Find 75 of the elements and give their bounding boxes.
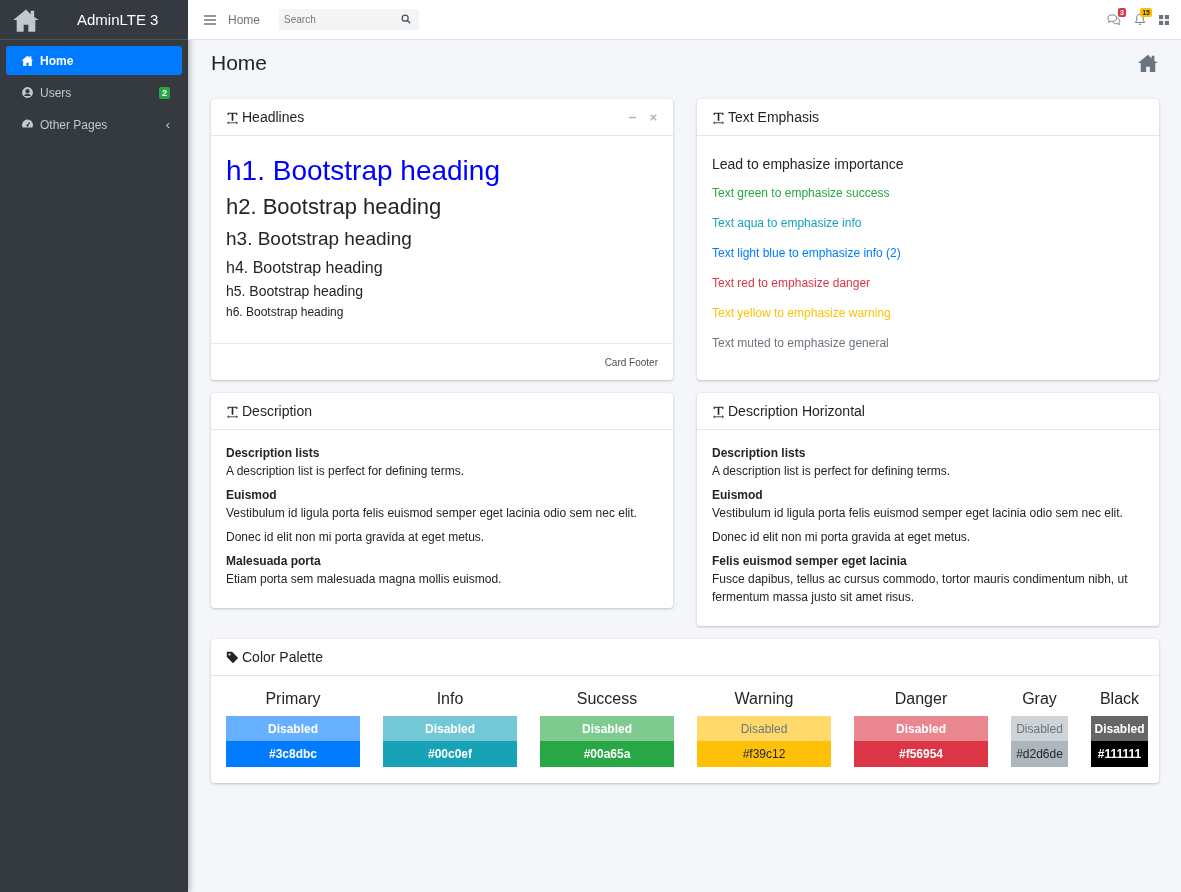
card-title: Description xyxy=(242,403,314,419)
color-name: Black xyxy=(1098,690,1141,709)
disabled-swatch: Disabled xyxy=(383,716,517,741)
heading: h1. Bootstrap heading xyxy=(226,154,501,188)
caret-icon: ‹ xyxy=(165,117,170,132)
lead-text: Lead to emphasize importance xyxy=(712,156,905,172)
color-swatch: #3c8dbc xyxy=(226,741,360,767)
definition: Vestibulum id ligula porta felis euismod semper eget lacinia odio sem nec elit. xyxy=(226,505,638,522)
home-link[interactable]: Home xyxy=(228,12,260,27)
emphasis-text: Text green to emphasize success xyxy=(712,186,891,200)
emphasis-text: Text yellow to emphasize warning xyxy=(712,306,892,320)
definition: A description list is perfect for defining terms. xyxy=(712,463,952,480)
disabled-swatch: Disabled xyxy=(226,716,360,741)
card-title: Headlines xyxy=(242,109,306,125)
definition: Donec id elit non mi porta gravida at eget metus. xyxy=(712,529,972,546)
text-height-icon xyxy=(712,110,725,124)
color-swatch: #f56954 xyxy=(854,741,988,767)
disabled-swatch: Disabled xyxy=(1011,716,1068,741)
term: Description lists xyxy=(226,445,321,462)
color-name: Warning xyxy=(733,690,795,709)
bell-icon[interactable] xyxy=(1133,13,1147,26)
color-name: Info xyxy=(435,690,465,709)
disabled-swatch: Disabled xyxy=(697,716,831,741)
term: Euismod xyxy=(226,487,278,504)
card-title: Text Emphasis xyxy=(728,109,821,125)
color-swatch: #f39c12 xyxy=(697,741,831,767)
sidebar-item[interactable]: Other Pages ‹ xyxy=(6,110,182,139)
term: Description lists xyxy=(712,445,807,462)
term: Euismod xyxy=(712,487,764,504)
card-title: Color Palette xyxy=(242,649,324,665)
heading: h3. Bootstrap heading xyxy=(226,228,413,251)
emphasis-text: Text light blue to emphasize info (2) xyxy=(712,246,902,260)
user-icon xyxy=(21,86,34,99)
color-name: Gray xyxy=(1021,690,1058,709)
text-height-icon xyxy=(712,404,725,418)
heading: h4. Bootstrap heading xyxy=(226,257,384,277)
disabled-swatch: Disabled xyxy=(540,716,674,741)
heading: h6. Bootstrap heading xyxy=(226,304,345,320)
card-footer-text: Card Footer xyxy=(604,356,658,368)
brand-name[interactable]: AdminLTE 3 xyxy=(77,11,159,28)
tag-icon xyxy=(226,650,239,664)
sidebar-item[interactable]: Users 2 xyxy=(6,78,182,107)
color-name: Primary xyxy=(264,690,322,709)
menu-button[interactable] xyxy=(204,13,216,26)
color-swatch: #111111 xyxy=(1091,741,1148,767)
disabled-swatch: Disabled xyxy=(1091,716,1148,741)
color-swatch: #d2d6de xyxy=(1011,741,1068,767)
page-title: Home xyxy=(211,51,268,75)
sidebar-item[interactable]: Home xyxy=(6,46,182,75)
apps-button[interactable] xyxy=(1159,14,1169,25)
emphasis-text: Text red to emphasize danger xyxy=(712,276,872,290)
definition: A description list is perfect for defining terms. xyxy=(226,463,466,480)
color-swatch: #00c0ef xyxy=(383,741,517,767)
emphasis-text: Text muted to emphasize general xyxy=(712,336,890,350)
color-name: Success xyxy=(575,690,639,709)
heading: h5. Bootstrap heading xyxy=(226,282,364,300)
count-badge: 2 xyxy=(159,86,170,99)
text-height-icon xyxy=(226,110,239,124)
heading: h2. Bootstrap heading xyxy=(226,193,443,220)
house-icon xyxy=(1137,53,1159,73)
color-swatch: #00a65a xyxy=(540,741,674,767)
definition: Vestibulum id ligula porta felis euismod semper eget lacinia odio sem nec elit. xyxy=(712,505,1124,522)
term: Felis euismod semper eget lacinia xyxy=(712,553,908,570)
color-name: Danger xyxy=(893,690,949,709)
term: Malesuada porta xyxy=(226,553,322,570)
definition: Donec id elit non mi porta gravida at eget metus. xyxy=(226,529,486,546)
emphasis-text: Text aqua to emphasize info xyxy=(712,216,863,230)
search-icon[interactable] xyxy=(401,14,411,24)
card-title: Description Horizontal xyxy=(728,403,866,419)
disabled-swatch: Disabled xyxy=(854,716,988,741)
text-height-icon xyxy=(226,404,239,418)
definition: Fusce dapibus, tellus ac cursus commodo, tortor mauris condimentum nibh, ut fermentum massa justo sit amet risus. xyxy=(712,571,1129,606)
comments-icon[interactable] xyxy=(1107,13,1121,26)
house-icon xyxy=(21,54,34,67)
definition: Etiam porta sem malesuada magna mollis euismod. xyxy=(226,571,503,588)
